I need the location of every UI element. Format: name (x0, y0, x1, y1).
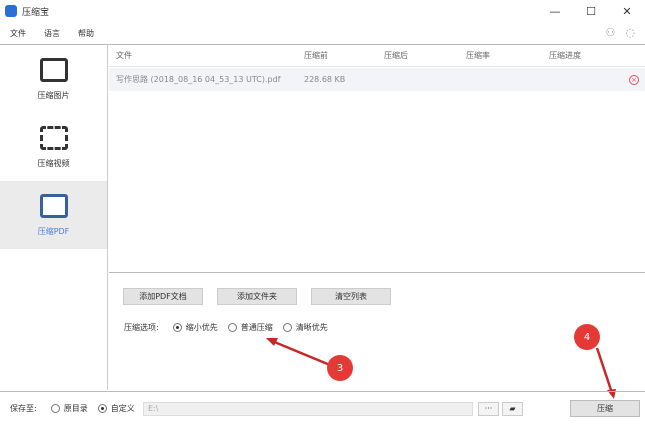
save-original-dir[interactable]: 原目录 (50, 403, 88, 414)
radio-icon (97, 403, 107, 413)
compress-button[interactable]: 压缩 (570, 400, 640, 417)
open-folder-icon[interactable]: ▰ (502, 402, 523, 416)
arrow-3 (271, 339, 331, 367)
save-path-input[interactable]: E:\ (143, 402, 473, 416)
option-label: 原目录 (63, 403, 88, 413)
radio-icon (50, 403, 60, 413)
save-custom-dir[interactable]: 自定义 (97, 403, 135, 414)
annotation-badge-4: 4 (574, 324, 600, 350)
arrow-4 (595, 347, 614, 394)
save-label: 保存至: (10, 403, 37, 413)
annotation-badge-3: 3 (327, 355, 353, 381)
option-label: 自定义 (110, 403, 135, 413)
browse-button[interactable]: ··· (478, 402, 499, 416)
annotation-arrows (266, 338, 616, 399)
